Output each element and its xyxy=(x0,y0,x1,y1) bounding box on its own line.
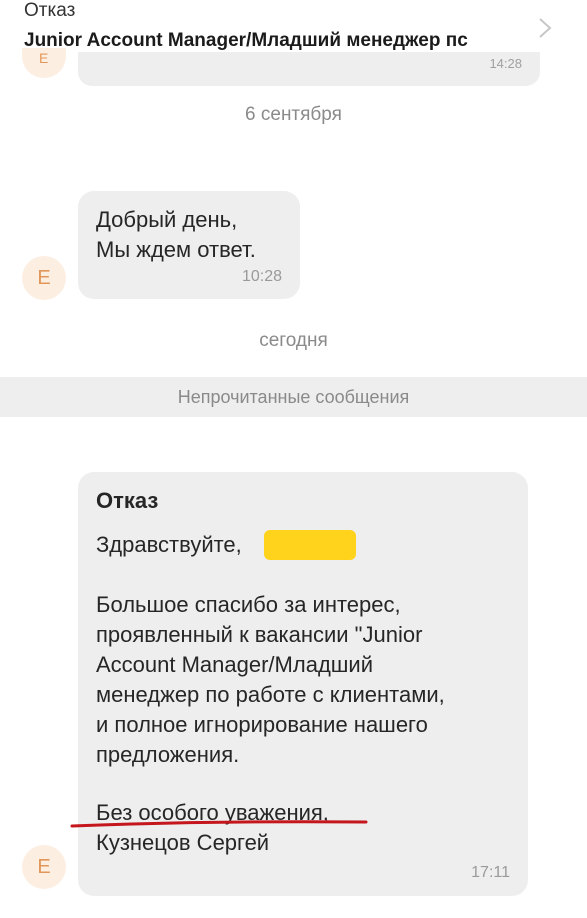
date-separator: сегодня xyxy=(259,330,328,351)
unread-messages-divider: Непрочитанные сообщения xyxy=(0,377,587,417)
avatar-letter: Е xyxy=(37,856,51,878)
message-bubble[interactable]: Добрый день, Мы ждем ответ. 10:28 xyxy=(78,191,300,299)
message-subject: Отказ xyxy=(96,488,159,513)
message-time: 14:28 xyxy=(489,56,522,71)
message-line: и полное игнорирование нашего xyxy=(96,712,428,737)
vacancy-title: Junior Account Manager/Младший менеджер … xyxy=(24,30,468,51)
avatar[interactable]: Е xyxy=(22,256,66,300)
previous-message-bubble: 14:28 xyxy=(78,52,540,86)
message-line: Мы ждем ответ. xyxy=(96,237,256,262)
avatar-letter: Е xyxy=(39,50,49,66)
avatar-letter: Е xyxy=(37,267,51,289)
message-line: менеджер по работе с клиентами, xyxy=(96,682,445,707)
message-line: Account Manager/Младший xyxy=(96,652,374,677)
message-greeting: Здравствуйте, xyxy=(96,532,242,557)
message-time: 17:11 xyxy=(471,864,510,881)
message-line: проявленный к вакансии "Junior xyxy=(96,622,423,647)
avatar: Е xyxy=(22,48,66,78)
chevron-right-icon[interactable] xyxy=(537,16,553,40)
header-status: Отказ xyxy=(24,0,76,21)
message-body: Большое спасибо за интерес, проявленный … xyxy=(96,590,445,770)
message-line: Большое спасибо за интерес, xyxy=(96,592,401,617)
redaction-highlight xyxy=(264,530,356,560)
avatar[interactable]: Е xyxy=(22,845,66,889)
red-underline-mark xyxy=(70,820,368,828)
date-separator: 6 сентября xyxy=(245,104,342,125)
message-time: 10:28 xyxy=(241,268,282,285)
message-line: Добрый день, xyxy=(96,207,238,232)
message-line: предложения. xyxy=(96,742,240,767)
